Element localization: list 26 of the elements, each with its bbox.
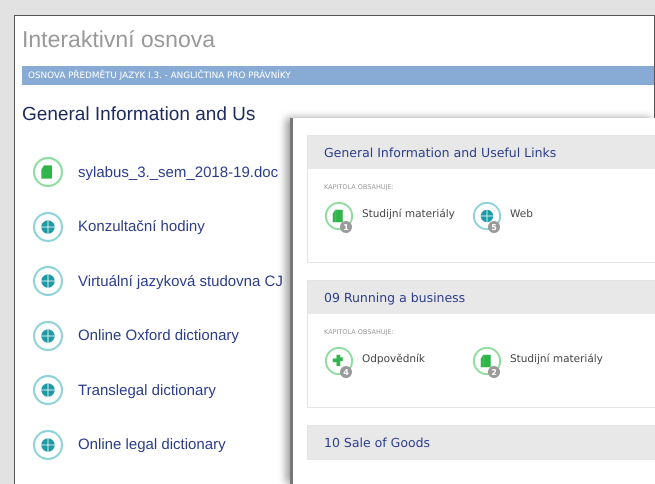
resource-link[interactable]: Online Oxford dictionary bbox=[78, 327, 239, 344]
count-badge: 2 bbox=[488, 366, 500, 378]
page-title: Interaktivní osnova bbox=[22, 26, 216, 53]
chapter-header[interactable]: General Information and Useful Links bbox=[308, 136, 655, 169]
resource-link[interactable]: Virtuální jazyková studovna CJ bbox=[78, 272, 283, 290]
resource-link[interactable]: Translegal dictionary bbox=[78, 382, 216, 399]
course-banner: OSNOVA PŘEDMĚTU JAZYK I.3. - ANGLIČTINA PRO PRÁVNÍKY bbox=[22, 66, 654, 85]
document-icon bbox=[32, 156, 64, 188]
content-type-link[interactable]: Odpovědník bbox=[362, 353, 426, 365]
globe-icon bbox=[32, 374, 64, 406]
globe-icon bbox=[32, 428, 64, 461]
chapter-header[interactable]: 10 Sale of Goods bbox=[308, 426, 655, 459]
count-badge: 4 bbox=[340, 366, 352, 378]
resource-link[interactable]: sylabus_3._sem_2018-19.doc bbox=[78, 164, 278, 181]
count-badge: 1 bbox=[340, 221, 352, 233]
content-type-link[interactable]: Web bbox=[510, 208, 533, 220]
content-type-link[interactable]: Studijní materiály bbox=[510, 353, 603, 365]
section-heading: General Information and Us bbox=[22, 104, 256, 126]
count-badge: 5 bbox=[488, 221, 500, 233]
chapter-header[interactable]: 09 Running a business bbox=[308, 281, 655, 314]
globe-icon bbox=[32, 320, 64, 352]
globe-icon bbox=[32, 210, 64, 243]
content-type-link[interactable]: Studijní materiály bbox=[362, 208, 455, 220]
globe-icon bbox=[32, 265, 64, 298]
resource-link[interactable]: Konzultační hodiny bbox=[78, 218, 205, 236]
resource-link[interactable]: Online legal dictionary bbox=[78, 436, 226, 454]
